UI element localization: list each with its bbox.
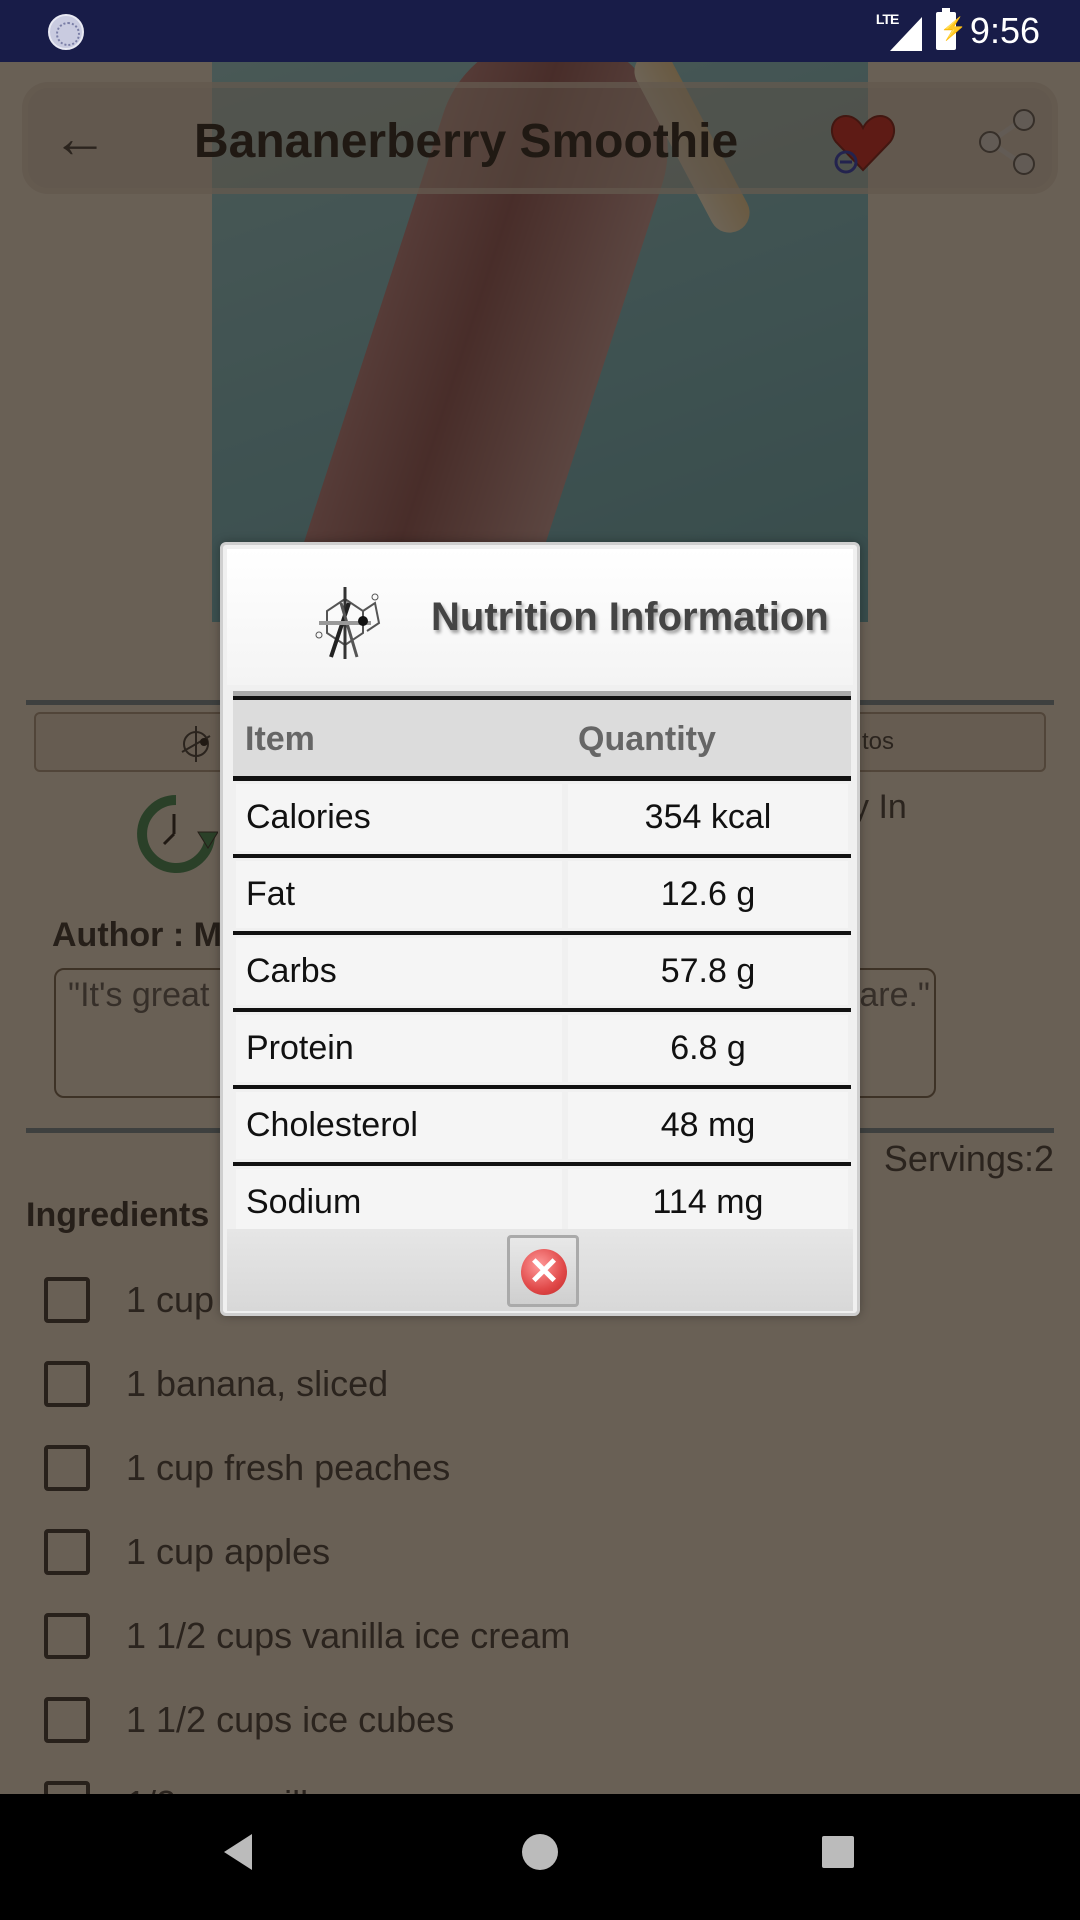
nutrient-name: Cholesterol [236,1092,562,1159]
nutrition-table: Calories 354 kcal Fat 12.6 g Carbs 57.8 g P… [233,781,851,1243]
battery-charging-icon: ⚡ [935,8,967,50]
lte-signal-icon: LTE [876,11,922,51]
nutrition-table-header: Item Quantity [233,691,851,781]
sync-icon [48,14,84,50]
nav-home-icon[interactable] [522,1834,558,1870]
nutrient-quantity: 12.6 g [568,861,848,928]
nutrient-quantity: 354 kcal [568,784,848,851]
table-row: Carbs 57.8 g [233,935,851,1012]
navigation-bar [0,1794,1080,1920]
status-bar: LTE ⚡ 9:56 [0,0,1080,62]
nutrient-quantity: 114 mg [568,1169,848,1236]
close-button[interactable]: ✕ [507,1235,579,1307]
status-time: 9:56 [969,10,1040,51]
nutrient-name: Protein [236,1015,562,1082]
nutrition-dialog: Nutrition Information Item Quantity Calo… [220,542,860,1316]
nutrition-molecule-icon [315,587,381,659]
nutrient-quantity: 6.8 g [568,1015,848,1082]
nutrient-name: Fat [236,861,562,928]
dialog-header: Nutrition Information [227,549,853,685]
nutrient-name: Carbs [236,938,562,1005]
dialog-footer: ✕ [227,1229,853,1311]
column-header-quantity: Quantity [578,720,716,758]
table-row: Fat 12.6 g [233,858,851,935]
dialog-title: Nutrition Information [431,595,829,639]
close-x-icon: ✕ [521,1249,567,1295]
table-row: Calories 354 kcal [233,781,851,858]
nav-back-icon[interactable] [224,1834,252,1870]
nav-recents-icon[interactable] [822,1836,854,1868]
table-row: Protein 6.8 g [233,1012,851,1089]
nutrient-quantity: 48 mg [568,1092,848,1159]
table-row: Cholesterol 48 mg [233,1089,851,1166]
nutrient-name: Sodium [236,1169,562,1236]
nutrient-name: Calories [236,784,562,851]
nutrient-quantity: 57.8 g [568,938,848,1005]
